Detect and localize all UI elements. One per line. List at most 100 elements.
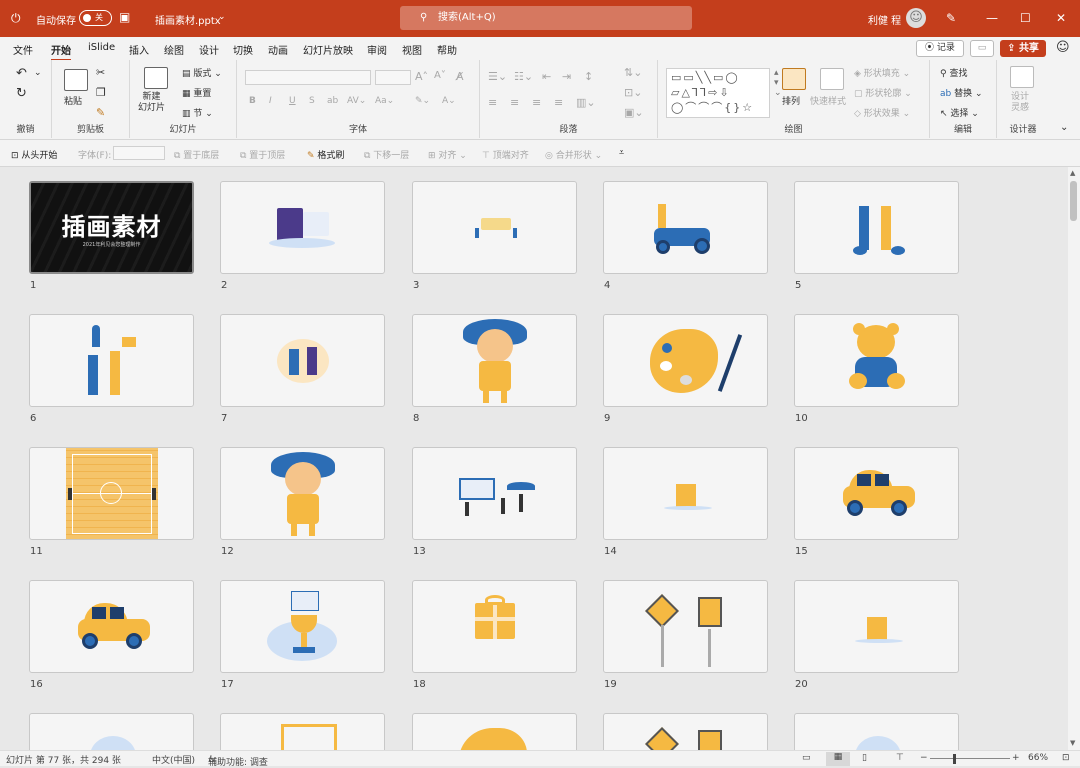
slide-thumbnail[interactable] (29, 314, 194, 407)
arrange-icon[interactable] (782, 68, 806, 90)
quick-styles-icon[interactable] (820, 68, 844, 90)
slide-thumbnail[interactable] (412, 181, 577, 274)
reading-view-icon[interactable]: ▯ (862, 753, 867, 763)
zoom-out-icon[interactable]: − (920, 753, 928, 763)
tab-draw[interactable]: 绘图 (164, 42, 184, 57)
slide-thumbnail[interactable] (29, 580, 194, 673)
align-right-icon[interactable]: ≡ (532, 96, 541, 109)
shrink-font-icon[interactable]: A˅ (434, 70, 446, 81)
new-slide-icon[interactable] (144, 67, 168, 89)
undo-icon[interactable]: ↶ (16, 66, 27, 81)
slide-thumbnail[interactable] (603, 314, 768, 407)
tab-review[interactable]: 审阅 (367, 42, 387, 57)
slide-thumbnail[interactable] (794, 580, 959, 673)
select-button[interactable]: ↖ 选择 ⌄ (940, 106, 979, 119)
search-box[interactable]: ⚲ 搜索(Alt+Q) (400, 6, 692, 30)
shape-outline-button[interactable]: ▢ 形状轮廓 ⌄ (854, 86, 912, 99)
font-color-icon[interactable]: A⌄ (442, 96, 456, 106)
slide-thumbnail[interactable] (794, 314, 959, 407)
format-painter-button[interactable]: ✎ 格式刷 (307, 148, 344, 161)
copy-icon[interactable]: ❐ (96, 86, 106, 99)
fit-to-window-icon[interactable]: ⊡ (1062, 753, 1070, 763)
align-top-button[interactable]: ⊤ 顶端对齐 (482, 148, 529, 161)
format-painter-icon[interactable]: ✎ (96, 106, 105, 119)
increase-indent-icon[interactable]: ⇥ (562, 70, 571, 83)
design-ideas-button[interactable]: 设计 灵感 (1011, 92, 1029, 114)
tab-transitions[interactable]: 切换 (233, 42, 253, 57)
avatar[interactable]: ☺ (906, 8, 926, 28)
zoom-slider-thumb[interactable] (953, 754, 956, 764)
share-button[interactable]: ⇪ 共享 (1000, 40, 1046, 57)
language-indicator[interactable]: 中文(中国) (152, 753, 195, 766)
align-text-icon[interactable]: ⊡⌄ (624, 86, 642, 99)
zoom-in-icon[interactable]: + (1012, 753, 1020, 763)
slide-thumbnail[interactable] (220, 447, 385, 540)
smartart-icon[interactable]: ▣⌄ (624, 106, 644, 119)
underline-icon[interactable]: U (289, 96, 296, 106)
vertical-scrollbar[interactable]: ▲ ▼ (1068, 167, 1080, 750)
zoom-slider[interactable] (930, 758, 1010, 759)
spacing-icon[interactable]: AV⌄ (347, 96, 366, 106)
justify-icon[interactable]: ≡ (554, 96, 563, 109)
line-spacing-icon[interactable]: ↕ (584, 70, 593, 83)
tab-home[interactable]: 开始 (51, 42, 71, 62)
bring-to-front-button[interactable]: ⧉ 置于顶层 (240, 148, 285, 161)
minimize-icon[interactable]: — (986, 11, 998, 25)
align-left-icon[interactable]: ≡ (488, 96, 497, 109)
tab-design[interactable]: 设计 (199, 42, 219, 57)
tab-view[interactable]: 视图 (402, 42, 422, 57)
comments-icon[interactable]: ▭ (970, 40, 994, 57)
record-button[interactable]: ⦿ 记录 (916, 40, 964, 57)
case-icon[interactable]: Aa⌄ (375, 96, 394, 106)
slide-thumbnail[interactable] (794, 181, 959, 274)
collapse-ribbon-icon[interactable]: ⌄ (1060, 122, 1068, 133)
clear-format-icon[interactable]: A̸ (456, 70, 464, 83)
columns-icon[interactable]: ▥⌄ (576, 96, 596, 109)
save-icon[interactable]: ▣ (119, 10, 130, 24)
slide-thumbnail[interactable] (412, 580, 577, 673)
replace-button[interactable]: ab 替换 ⌄ (940, 86, 983, 99)
slide-thumbnail[interactable] (220, 181, 385, 274)
send-backward-button[interactable]: ⧉ 下移一层 (364, 148, 409, 161)
maximize-icon[interactable]: ☐ (1020, 11, 1031, 25)
user-name[interactable]: 利健 程 (868, 12, 901, 27)
shadow-icon[interactable]: S (309, 96, 315, 106)
slide-thumbnail[interactable] (412, 713, 577, 750)
tab-help[interactable]: 帮助 (437, 42, 457, 57)
paste-button[interactable]: 粘贴 (64, 94, 82, 107)
font-name-select[interactable] (245, 70, 371, 85)
design-ideas-icon[interactable] (1010, 66, 1034, 88)
arrange-button[interactable]: 排列 (782, 94, 800, 107)
tab-insert[interactable]: 插入 (129, 42, 149, 57)
shapes-gallery[interactable]: ▭▭╲╲▭◯ ▱△⅂⅂⇨⇩ ◯⌒⌒⌒{}☆ (666, 68, 770, 118)
shape-effects-button[interactable]: ◇ 形状效果 ⌄ (854, 106, 910, 119)
slide-thumbnail[interactable] (794, 447, 959, 540)
customize-qab-icon[interactable]: ⩡ (619, 148, 624, 158)
redo-icon[interactable]: ↻ (16, 86, 27, 101)
highlight-icon[interactable]: ✎⌄ (415, 96, 430, 106)
grow-font-icon[interactable]: A˄ (415, 70, 428, 83)
file-name[interactable]: 插画素材.pptx (155, 12, 221, 27)
paste-icon[interactable] (64, 69, 88, 91)
find-button[interactable]: ⚲ 查找 (940, 66, 967, 79)
numbering-icon[interactable]: ☷⌄ (514, 70, 533, 83)
from-start-button[interactable]: ⊡ 从头开始 (11, 148, 57, 161)
slide-thumbnail[interactable] (412, 447, 577, 540)
send-to-back-button[interactable]: ⧉ 置于底层 (174, 148, 219, 161)
slide-thumbnail[interactable] (29, 447, 194, 540)
qab-font-select[interactable] (113, 146, 165, 160)
bold-icon[interactable]: B (249, 96, 256, 106)
layout-button[interactable]: ▤ 版式 ⌄ (182, 66, 222, 79)
slide-sorter-view-icon[interactable]: ▦ (826, 752, 850, 766)
new-slide-button[interactable]: 新建 幻灯片 (138, 92, 165, 114)
align-center-icon[interactable]: ≡ (510, 96, 519, 109)
italic-icon[interactable]: I (269, 96, 272, 106)
bullets-icon[interactable]: ☰⌄ (488, 70, 507, 83)
decrease-indent-icon[interactable]: ⇤ (542, 70, 551, 83)
shape-fill-button[interactable]: ◈ 形状填充 ⌄ (854, 66, 910, 79)
slideshow-view-icon[interactable]: ⊤ (896, 753, 904, 763)
tab-file[interactable]: 文件 (13, 42, 33, 57)
slide-thumbnail[interactable] (220, 314, 385, 407)
close-icon[interactable]: ✕ (1056, 11, 1066, 25)
slide-thumbnail[interactable] (603, 713, 768, 750)
